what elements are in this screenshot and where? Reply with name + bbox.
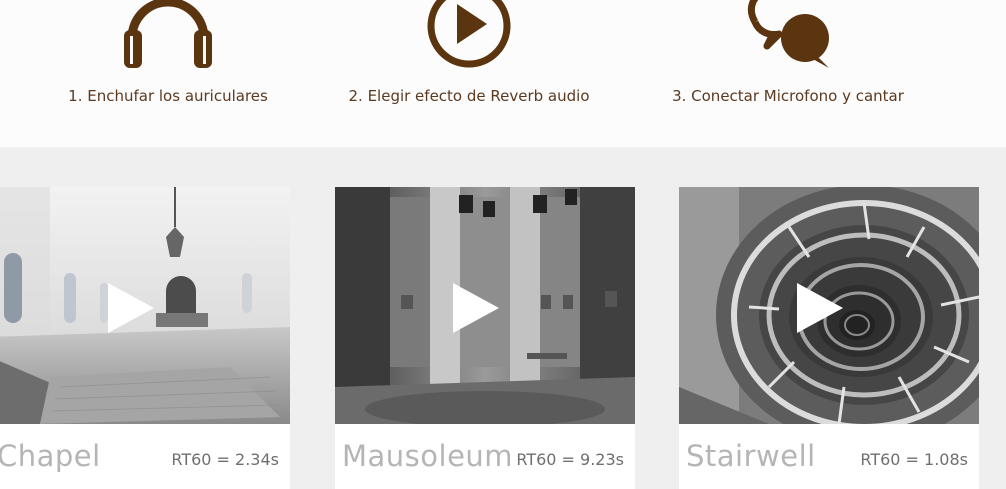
room-name: Mausoleum: [342, 439, 514, 473]
step-label: 1. Enchufar los auriculares: [68, 87, 268, 105]
steps-section: 1. Enchufar los auriculares 2. Elegir ef…: [0, 0, 1006, 147]
play-icon[interactable]: [451, 283, 501, 333]
card-chapel[interactable]: Chapel RT60 = 2.34s: [0, 187, 290, 489]
headphones-icon: [18, 0, 318, 70]
step-label: 2. Elegir efecto de Reverb audio: [348, 87, 590, 105]
chat-bubbles-icon: [638, 0, 938, 70]
card-mausoleum[interactable]: Mausoleum RT60 = 9.23s: [335, 187, 635, 489]
rt60-value: RT60 = 2.34s: [171, 450, 279, 469]
play-icon[interactable]: [106, 283, 156, 333]
rt60-value: RT60 = 9.23s: [516, 450, 624, 469]
play-icon[interactable]: [795, 283, 845, 333]
reverb-gallery: Chapel RT60 = 2.34s Mausoleum RT60 = 9.2…: [0, 147, 1006, 489]
rt60-value: RT60 = 1.08s: [860, 450, 968, 469]
step-label: 3. Conectar Microfono y cantar: [672, 87, 904, 105]
room-name: Chapel: [0, 439, 101, 473]
room-name: Stairwell: [686, 439, 816, 473]
card-stairwell[interactable]: Stairwell RT60 = 1.08s: [679, 187, 979, 489]
play-circle-icon: [319, 0, 619, 70]
